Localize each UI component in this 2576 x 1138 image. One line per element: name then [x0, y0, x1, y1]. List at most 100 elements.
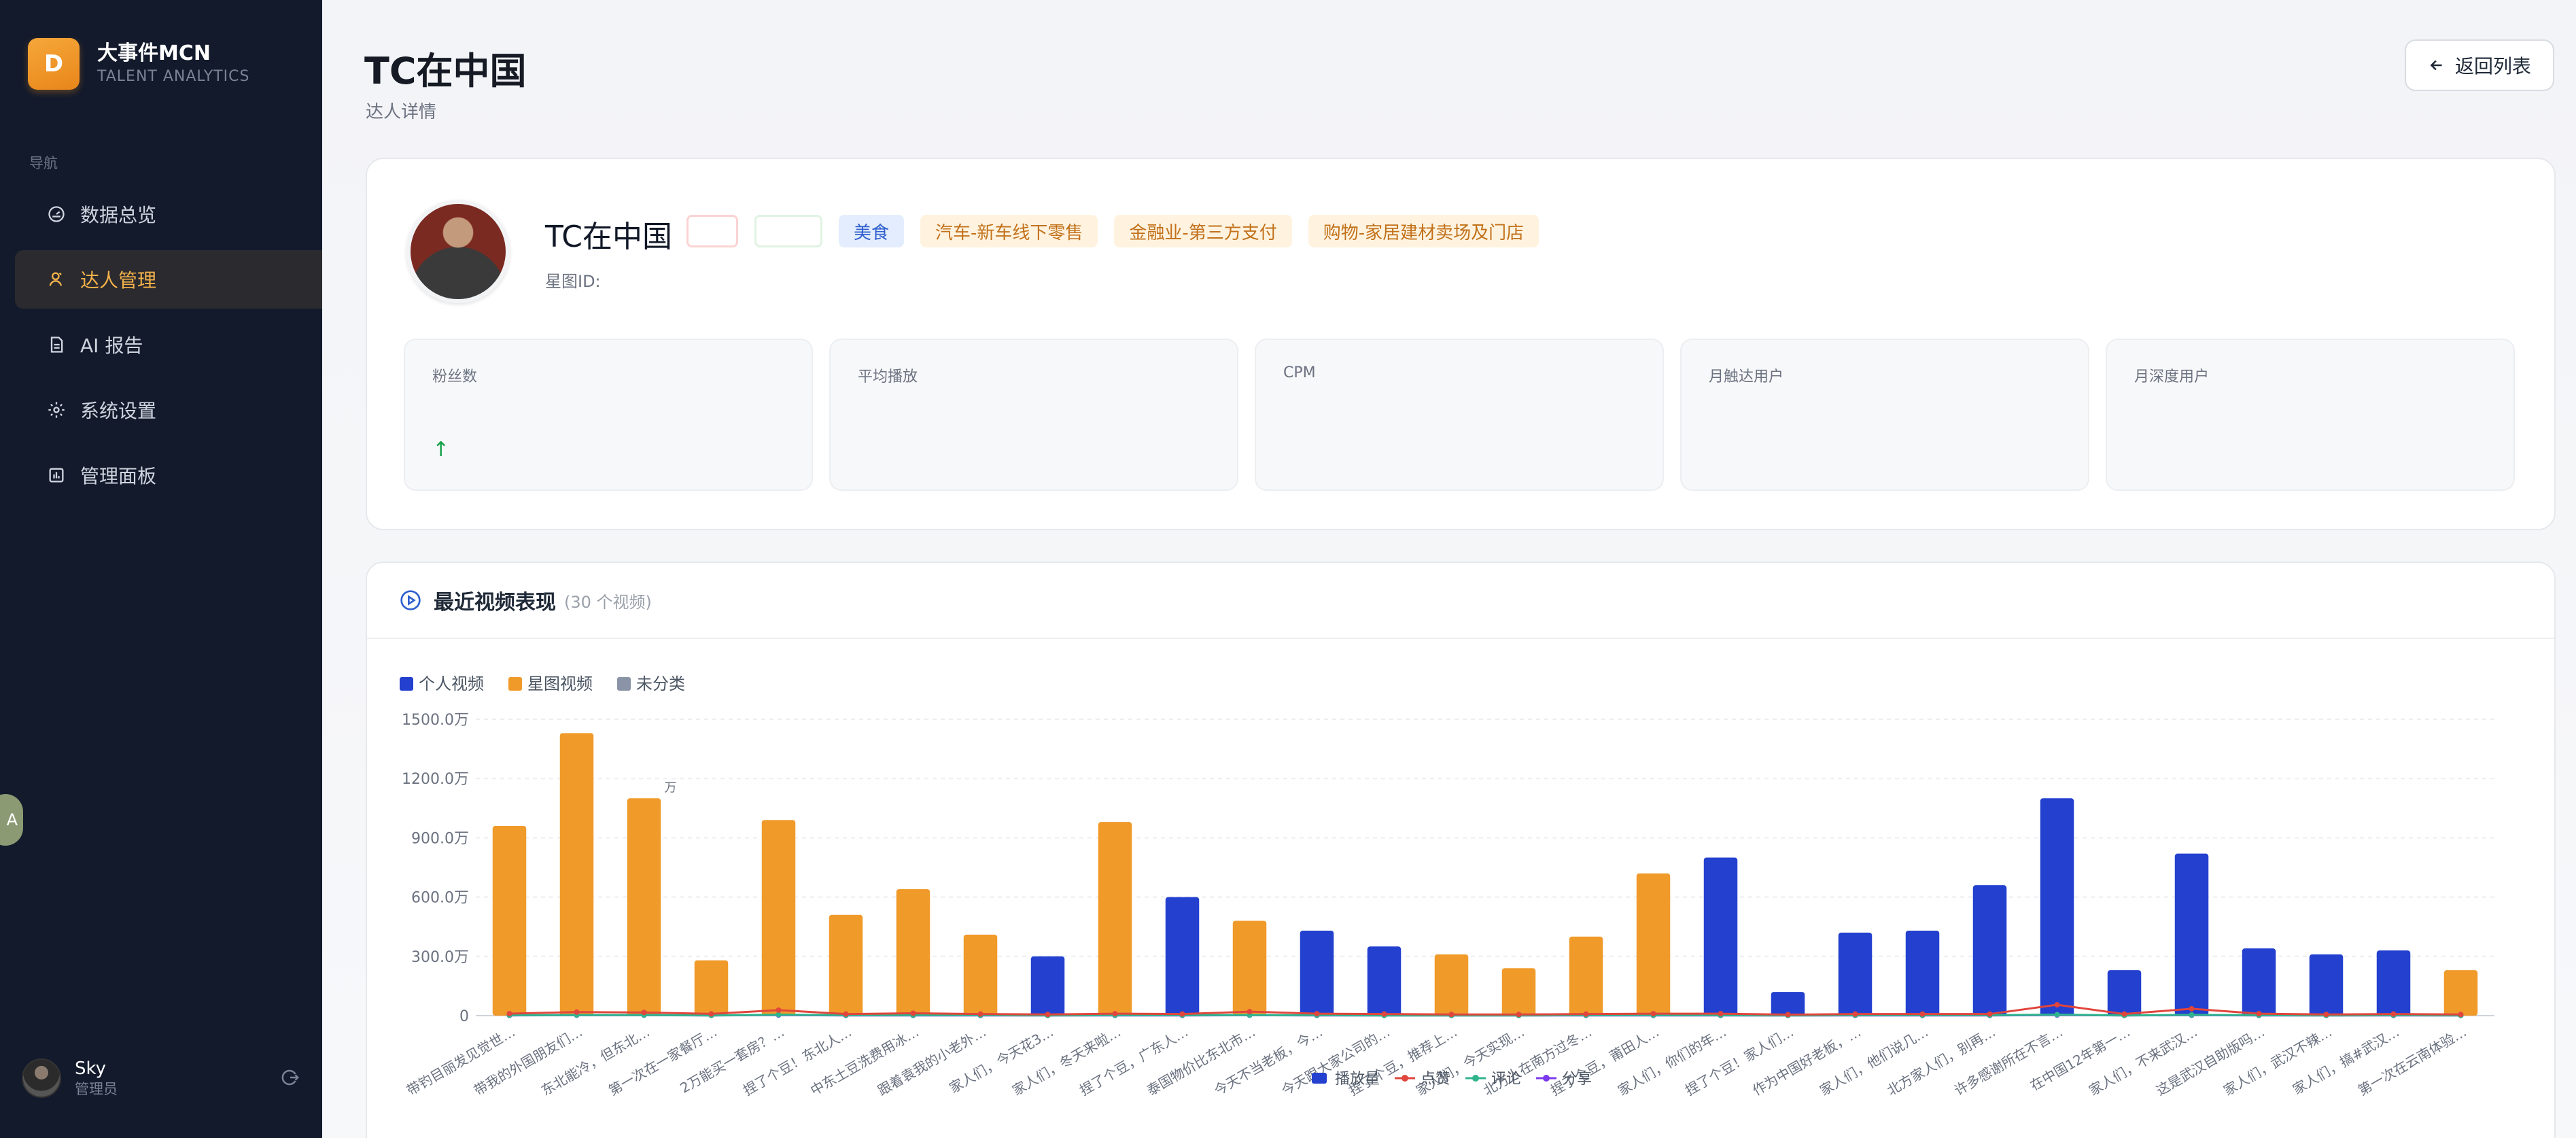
- chart-bar: [1905, 931, 1940, 1016]
- x-tick-label: 第一次在云南体验…: [2355, 1024, 2469, 1099]
- tag-industry: 购物-家居建材卖场及门店: [1308, 215, 1539, 247]
- likes-point: [2121, 1011, 2127, 1017]
- likes-point: [2458, 1012, 2464, 1018]
- x-tick-label: 第一次在一家餐厅…: [606, 1024, 720, 1099]
- sidebar-item-label: AI 报告: [80, 334, 143, 357]
- metric-followers: 粉丝数 ↑: [404, 339, 813, 491]
- likes-point: [1718, 1011, 1724, 1017]
- recent-videos-header: 最近视频表现 (30 个视频): [367, 563, 2554, 639]
- chart-bar: [1636, 873, 1671, 1016]
- comments-point: [2054, 1012, 2060, 1018]
- legend-label: 评论: [1491, 1071, 1521, 1088]
- chart-bar: [694, 960, 729, 1016]
- x-tick-label: 今天不当老板，今…: [1211, 1024, 1325, 1099]
- chart-bar: [829, 914, 863, 1016]
- page-subtitle: 达人详情: [366, 102, 437, 122]
- user-text: Sky 管理员: [75, 1058, 118, 1099]
- chart-bar: [1434, 954, 1469, 1016]
- likes-point: [641, 1010, 647, 1016]
- metric-label: CPM: [1283, 364, 1316, 381]
- chart-bar: [963, 934, 998, 1016]
- likes-point: [910, 1010, 916, 1016]
- legend-swatch: [400, 677, 413, 691]
- x-tick-label: 捏了个豆，广东人…: [1077, 1024, 1191, 1099]
- main-content: TC在中国 达人详情 返回列表 TC在中国 美食 汽车-新车线下零售 金融业-第…: [322, 0, 2576, 1138]
- metric-monthly-reach: 月触达用户: [1680, 339, 2089, 491]
- x-tick-label: 家人们，武汉不辣…: [2221, 1024, 2335, 1099]
- chart-bar: [2040, 798, 2074, 1016]
- likes-point: [1650, 1011, 1656, 1017]
- user-name: Sky: [75, 1058, 107, 1079]
- legend-swatch: [1472, 1075, 1479, 1082]
- document-icon: [46, 334, 67, 355]
- page-title: TC在中国: [364, 50, 527, 92]
- legend-swatch: [1402, 1075, 1408, 1082]
- likes-point: [1987, 1011, 1993, 1017]
- talent-profile-card: TC在中国 美食 汽车-新车线下零售 金融业-第三方支付 购物-家居建材卖场及门…: [366, 158, 2556, 530]
- chart-bar: [1030, 956, 1065, 1016]
- brand-logo: D: [28, 38, 80, 90]
- x-tick-label: 泰国物价比东北市…: [1144, 1024, 1258, 1099]
- sidebar-item-label: 达人管理: [80, 269, 157, 292]
- chart-bar: [2443, 970, 2478, 1016]
- likes-point: [1448, 1012, 1455, 1018]
- legend-swatch: [508, 677, 522, 691]
- chart-bar: [1501, 968, 1536, 1016]
- sidebar-item-ai-report[interactable]: AI 报告: [15, 315, 322, 374]
- chart-bar: [1972, 885, 2007, 1016]
- tag-industry: 汽车-新车线下零售: [920, 215, 1098, 247]
- logout-icon[interactable]: [280, 1067, 300, 1088]
- video-performance-chart: 个人视频 星图视频 未分类 0 300.0万 600.0万 900.0万 1200.0万 150…: [367, 651, 2557, 1138]
- tag-empty-green: [754, 215, 822, 247]
- chart-bar: [2376, 950, 2411, 1016]
- talent-name: TC在中国: [545, 220, 673, 254]
- brand-subtitle: TALENT ANALYTICS: [97, 68, 250, 85]
- sidebar-item-admin-panel[interactable]: 管理面板: [15, 446, 322, 504]
- tag-empty-red: [686, 215, 738, 247]
- chart-bar: [559, 733, 594, 1016]
- sidebar-item-talent-management[interactable]: 达人管理: [15, 250, 322, 309]
- sidebar-item-system-settings[interactable]: 系统设置: [15, 381, 322, 439]
- brand-text: 大事件MCN TALENT ANALYTICS: [97, 41, 249, 87]
- brand[interactable]: D 大事件MCN TALENT ANALYTICS: [28, 38, 249, 90]
- metric-cpm: CPM: [1255, 339, 1664, 491]
- chart-bar: [2309, 954, 2344, 1016]
- x-tick-label: 家人们，不来武汉…: [2086, 1024, 2200, 1099]
- recent-videos-card: 最近视频表现 (30 个视频) 个人视频 星图视频 未分类 0 300.0万 600.0万…: [366, 562, 2556, 1138]
- user-icon: [46, 269, 67, 290]
- data-label: 万: [665, 780, 677, 795]
- legend-swatch: [617, 677, 631, 691]
- metric-monthly-deep-users: 月深度用户: [2106, 339, 2515, 491]
- likes-point: [1852, 1011, 1858, 1017]
- chart-bar: [2242, 948, 2276, 1016]
- gear-icon: [46, 400, 67, 420]
- likes-point: [2390, 1011, 2397, 1017]
- user-profile[interactable]: Sky 管理员: [22, 1058, 300, 1099]
- metric-avg-plays: 平均播放: [829, 339, 1238, 491]
- arrow-left-icon: [2428, 56, 2446, 74]
- metrics-row: 粉丝数 ↑ 平均播放 CPM 月触达用户 月深度用户: [404, 339, 2515, 491]
- x-tick-label: 这是武汉自助版吗…: [2153, 1024, 2267, 1099]
- chart-bar: [2174, 853, 2209, 1016]
- back-to-list-button[interactable]: 返回列表: [2405, 39, 2554, 91]
- user-role: 管理员: [75, 1081, 118, 1097]
- chart-bar: [1098, 822, 1132, 1016]
- legend-swatch: [1312, 1073, 1327, 1084]
- sidebar: D 大事件MCN TALENT ANALYTICS 导航 数据总览 达人管理 A…: [0, 0, 322, 1138]
- floating-assistant-button[interactable]: A: [0, 794, 23, 846]
- metric-label: 月深度用户: [2134, 368, 2210, 385]
- chart-bar: [1703, 857, 1738, 1016]
- chart-bar: [492, 825, 527, 1016]
- sidebar-item-label: 数据总览: [80, 204, 157, 226]
- tag-industry: 金融业-第三方支付: [1114, 215, 1292, 247]
- x-tick-label: 中东土豆洗费用冰…: [807, 1024, 922, 1099]
- likes-point: [1247, 1009, 1253, 1015]
- metric-label: 粉丝数: [432, 368, 478, 385]
- x-tick-label: 作为中国好老板，…: [1750, 1024, 1864, 1099]
- likes-point: [1112, 1011, 1118, 1017]
- talent-avatar: [406, 200, 510, 303]
- nav-section-label: 导航: [29, 155, 58, 171]
- sidebar-item-overview[interactable]: 数据总览: [15, 185, 322, 243]
- brand-name: 大事件MCN: [97, 41, 211, 65]
- likes-point: [843, 1011, 849, 1017]
